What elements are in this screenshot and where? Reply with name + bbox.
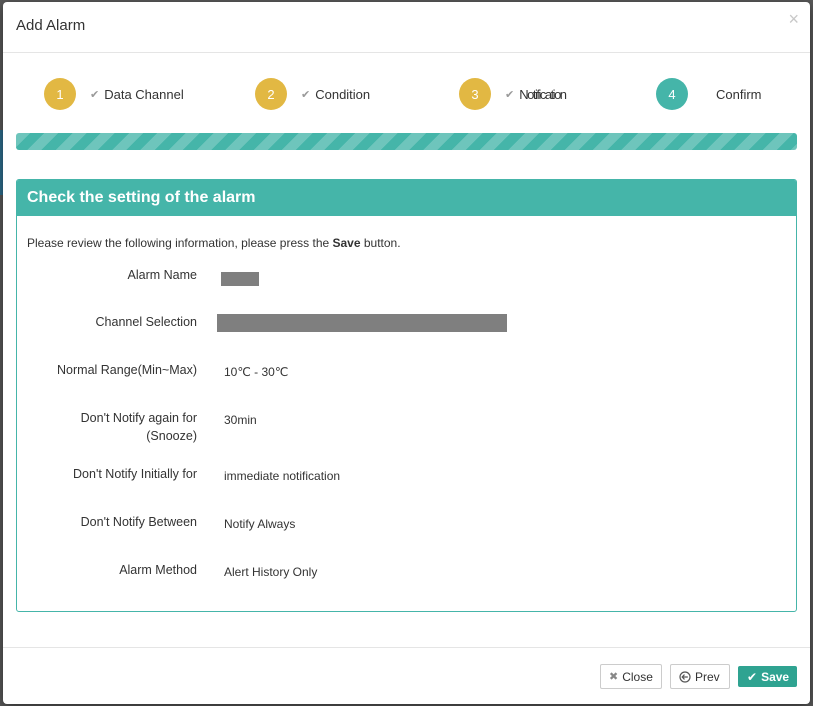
panel-intro: Please review the following information,… — [27, 236, 401, 250]
prev-button[interactable]: Prev — [670, 664, 730, 689]
field-label-line2: (Snooze) — [146, 429, 197, 443]
step-condition[interactable]: 2 ✔ Condition — [255, 78, 370, 110]
field-label: Don't Notify Initially for — [73, 467, 197, 481]
modal-title: Add Alarm — [16, 17, 86, 34]
field-label: Channel Selection — [95, 315, 197, 329]
field-value: 10℃ - 30℃ — [224, 365, 289, 379]
wizard-steps: 1 ✔ Data Channel 2 ✔ Condition 3 ✔ Notif… — [3, 78, 810, 114]
step-number: 2 — [255, 78, 287, 110]
step-number: 1 — [44, 78, 76, 110]
intro-text-after: button. — [360, 236, 401, 250]
check-icon: ✔ — [505, 88, 515, 101]
check-icon: ✔ — [90, 88, 100, 101]
save-button[interactable]: ✔ Save — [738, 666, 797, 687]
field-label: Don't Notify again for (Snooze) — [17, 409, 197, 445]
redacted-value — [217, 314, 507, 332]
panel-heading: Check the setting of the alarm — [17, 180, 796, 216]
add-alarm-modal: Add Alarm × 1 ✔ Data Channel 2 ✔ Conditi… — [3, 2, 810, 704]
step-label: Notification — [519, 86, 567, 102]
close-icon[interactable]: × — [788, 10, 799, 28]
field-label: Don't Notify Between — [80, 515, 197, 529]
field-value: 30min — [224, 413, 257, 427]
modal-footer: ✖ Close Prev ✔ Save — [3, 647, 810, 704]
check-icon: ✔ — [747, 669, 758, 684]
step-number: 3 — [459, 78, 491, 110]
check-icon: ✔ — [301, 88, 311, 101]
step-notification[interactable]: 3 ✔ Notification — [459, 78, 567, 110]
field-value: immediate notification — [224, 469, 341, 483]
field-label: Normal Range(Min~Max) — [57, 363, 197, 377]
prev-button-label: Prev — [695, 669, 720, 684]
intro-text-before: Please review the following information,… — [27, 236, 333, 250]
field-label: Alarm Name — [127, 268, 197, 282]
step-label: Confirm — [716, 86, 762, 102]
confirm-panel: Check the setting of the alarm Please re… — [16, 179, 797, 612]
close-button-label: Close — [622, 669, 653, 684]
circle-arrow-left-icon — [679, 670, 691, 683]
step-confirm[interactable]: 4 Confirm — [656, 78, 762, 110]
field-label-line1: Don't Notify again for — [80, 411, 197, 425]
intro-save-word: Save — [332, 236, 361, 250]
save-button-label: Save — [761, 669, 790, 684]
close-button[interactable]: ✖ Close — [600, 664, 662, 689]
modal-header: Add Alarm × — [3, 2, 810, 53]
step-label: Data Channel — [104, 86, 184, 102]
field-value: Notify Always — [224, 517, 296, 531]
wizard-progress-bar — [16, 133, 797, 150]
step-data-channel[interactable]: 1 ✔ Data Channel — [44, 78, 184, 110]
step-label: Condition — [315, 86, 371, 102]
step-number: 4 — [656, 78, 688, 110]
field-value: Alert History Only — [224, 565, 318, 579]
times-icon: ✖ — [609, 671, 619, 683]
redacted-value — [221, 272, 259, 286]
field-label: Alarm Method — [119, 563, 197, 577]
